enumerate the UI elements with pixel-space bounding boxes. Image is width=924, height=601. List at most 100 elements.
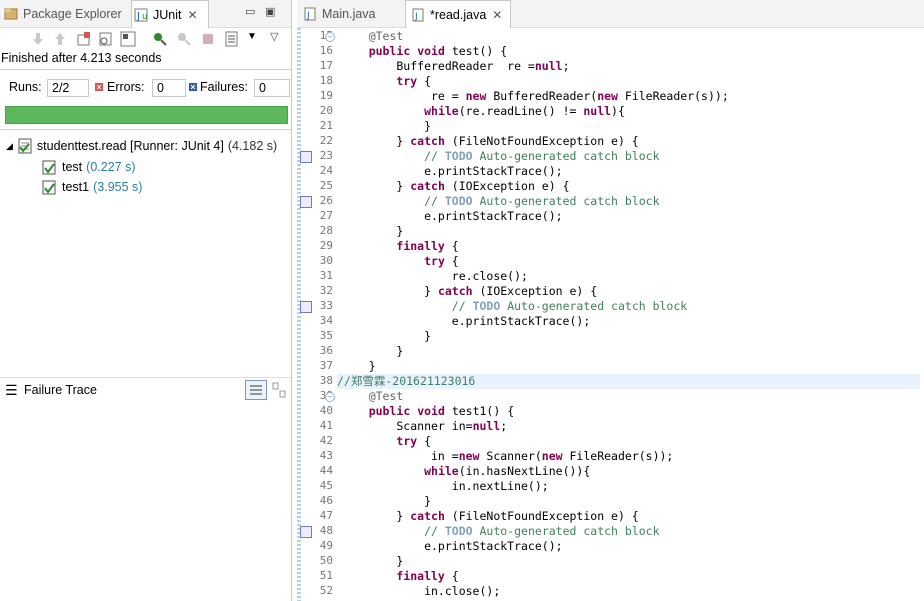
svg-text:u: u — [142, 12, 148, 22]
list-icon: ☰ — [5, 382, 18, 398]
minimize-icon[interactable]: ▭ — [245, 5, 255, 18]
code-line[interactable]: // TODO Auto-generated catch block — [341, 299, 924, 314]
fold-icon[interactable]: – — [325, 32, 335, 42]
previous-failure-icon[interactable] — [52, 31, 68, 47]
code-line[interactable]: in.nextLine(); — [341, 479, 924, 494]
test-time: (0.227 s) — [86, 160, 136, 174]
code-line[interactable]: finally { — [341, 569, 924, 584]
error-icon — [95, 83, 103, 91]
line-number: 31 — [319, 269, 333, 282]
layout-icon[interactable] — [120, 31, 136, 47]
code-line[interactable]: // TODO Auto-generated catch block — [341, 194, 924, 209]
package-explorer-icon — [4, 7, 18, 21]
code-line[interactable]: @Test — [341, 389, 924, 404]
test-name: test1 — [62, 180, 90, 194]
code-line[interactable]: in.close(); — [341, 584, 924, 599]
code-line[interactable]: } — [341, 224, 924, 239]
code-line[interactable]: e.printStackTrace(); — [341, 164, 924, 179]
test-suite-row[interactable]: ◢ studenttest.read [Runner: JUnit 4] (4.… — [6, 137, 277, 155]
next-failure-icon[interactable] — [30, 31, 46, 47]
show-failures-only-icon[interactable] — [76, 31, 92, 47]
tab-junit[interactable]: Ju JUnit ✕ — [131, 0, 209, 28]
code-line[interactable]: } — [341, 119, 924, 134]
code-line[interactable]: } — [341, 554, 924, 569]
view-menu-icon[interactable]: ▽ — [270, 30, 278, 43]
code-line[interactable]: } catch (FileNotFoundException e) { — [341, 134, 924, 149]
code-line[interactable]: re.close(); — [341, 269, 924, 284]
test-passed-icon — [42, 180, 56, 194]
code-line[interactable]: e.printStackTrace(); — [341, 314, 924, 329]
code-line[interactable]: while(re.readLine() != null){ — [341, 104, 924, 119]
task-marker-icon[interactable] — [300, 526, 312, 538]
code-line[interactable]: } — [341, 329, 924, 344]
test-row[interactable]: test (0.227 s) — [42, 158, 136, 176]
test-row[interactable]: test1 (3.955 s) — [42, 178, 142, 196]
line-number: 22 — [319, 134, 333, 147]
code-line[interactable]: in =new Scanner(new FileReader(s)); — [341, 449, 924, 464]
rerun-test-icon[interactable] — [152, 31, 168, 47]
task-marker-icon[interactable] — [300, 151, 312, 163]
maximize-icon[interactable]: ▣ — [265, 5, 275, 18]
line-number: 34 — [319, 314, 333, 327]
close-icon[interactable]: ✕ — [187, 8, 197, 22]
task-marker-icon[interactable] — [300, 196, 312, 208]
code-line[interactable]: finally { — [341, 239, 924, 254]
line-number: 28 — [319, 224, 333, 237]
code-line[interactable]: // TODO Auto-generated catch block — [341, 149, 924, 164]
code-line[interactable]: Scanner in=null; — [341, 419, 924, 434]
history-icon[interactable] — [224, 31, 240, 47]
history-dropdown-icon[interactable]: ▼ — [247, 31, 257, 42]
filter-stack-trace-icon[interactable] — [245, 380, 267, 400]
errors-label: Errors: — [107, 80, 145, 94]
line-number: 36 — [319, 344, 333, 357]
divider — [0, 69, 291, 70]
rerun-failed-first-icon[interactable] — [176, 31, 192, 47]
code-line[interactable]: } — [341, 359, 924, 374]
code-line[interactable]: } catch (IOException e) { — [341, 284, 924, 299]
line-number: 35 — [319, 329, 333, 342]
code-line[interactable]: } catch (FileNotFoundException e) { — [341, 509, 924, 524]
finished-status: Finished after 4.213 seconds — [1, 51, 162, 65]
compare-result-icon[interactable] — [272, 382, 286, 398]
code-line[interactable]: try { — [341, 434, 924, 449]
code-line[interactable]: while(in.hasNextLine()){ — [341, 464, 924, 479]
failures-label: Failures: — [200, 80, 248, 94]
line-number: 30 — [319, 254, 333, 267]
code-line[interactable]: } — [341, 344, 924, 359]
code-line[interactable]: try { — [341, 254, 924, 269]
code-line[interactable]: @Test — [341, 29, 924, 44]
task-marker-icon[interactable] — [300, 301, 312, 313]
test-time: (3.955 s) — [93, 180, 143, 194]
view-tab-bar: Package Explorer Ju JUnit ✕ ▭ ▣ — [0, 0, 291, 28]
line-number: 49 — [319, 539, 333, 552]
tab-main-java[interactable]: J Main.java — [303, 0, 376, 27]
code-line[interactable]: } catch (IOException e) { — [341, 179, 924, 194]
line-number: 41 — [319, 419, 333, 432]
code-line[interactable]: // TODO Auto-generated catch block — [341, 524, 924, 539]
test-passed-icon — [42, 160, 56, 174]
code-line[interactable]: public void test1() { — [341, 404, 924, 419]
line-number: 24 — [319, 164, 333, 177]
expand-icon[interactable]: ◢ — [6, 141, 13, 152]
code-line[interactable]: BufferedReader re =null; — [341, 59, 924, 74]
code-line[interactable]: e.printStackTrace(); — [341, 209, 924, 224]
test-name: test — [62, 160, 83, 174]
stop-icon[interactable] — [200, 31, 216, 47]
code-line[interactable]: re = new BufferedReader(new FileReader(s… — [341, 89, 924, 104]
tab-label: Main.java — [322, 6, 376, 21]
code-line[interactable]: } — [341, 494, 924, 509]
tab-read-java[interactable]: J *read.java ✕ — [405, 0, 511, 28]
scroll-lock-icon[interactable] — [98, 31, 114, 47]
line-number: 27 — [319, 209, 333, 222]
divider — [0, 129, 291, 130]
tab-package-explorer[interactable]: Package Explorer — [4, 0, 122, 27]
line-number: 44 — [319, 464, 333, 477]
line-number: 32 — [319, 284, 333, 297]
fold-icon[interactable]: – — [325, 392, 335, 402]
code-line[interactable]: //郑雪霖-201621123016 — [337, 374, 920, 389]
code-line[interactable]: try { — [341, 74, 924, 89]
line-number: 17 — [319, 59, 333, 72]
code-line[interactable]: e.printStackTrace(); — [341, 539, 924, 554]
code-line[interactable]: public void test() { — [341, 44, 924, 59]
close-icon[interactable]: ✕ — [492, 8, 502, 22]
